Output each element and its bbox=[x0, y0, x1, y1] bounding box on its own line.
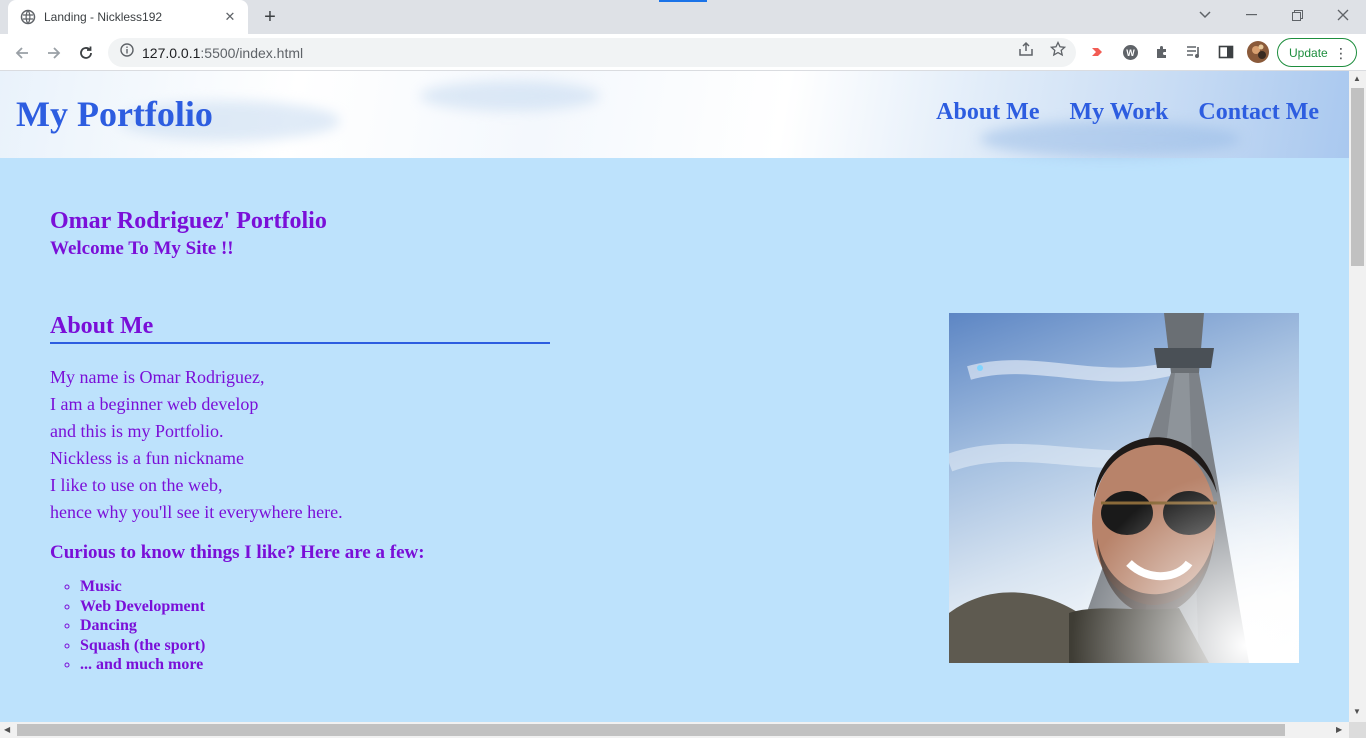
list-item: Music bbox=[80, 577, 205, 597]
back-button[interactable] bbox=[8, 39, 36, 67]
media-playlist-icon[interactable] bbox=[1184, 42, 1204, 62]
about-line: I am a beginner web develop bbox=[50, 394, 259, 414]
header-cloud bbox=[980, 121, 1240, 157]
list-item: Dancing bbox=[80, 616, 205, 636]
menu-dots-icon[interactable]: ⋮ bbox=[1334, 45, 1348, 62]
page-viewport: My Portfolio About Me My Work Contact Me… bbox=[0, 71, 1349, 722]
site-logo[interactable]: My Portfolio bbox=[16, 93, 213, 135]
horizontal-scroll-thumb[interactable] bbox=[17, 724, 1285, 736]
minimize-button[interactable] bbox=[1228, 0, 1274, 30]
scroll-left-icon[interactable]: ◀ bbox=[4, 725, 10, 734]
scroll-right-icon[interactable]: ▶ bbox=[1336, 725, 1342, 734]
hero-title: Omar Rodriguez' Portfolio bbox=[50, 208, 327, 234]
browser-tab[interactable]: Landing - Nickless192 ✕ bbox=[8, 0, 248, 34]
info-icon[interactable] bbox=[120, 43, 134, 62]
vertical-scroll-thumb[interactable] bbox=[1351, 88, 1364, 266]
likes-list: Music Web Development Dancing Squash (th… bbox=[80, 577, 205, 675]
tab-strip: Landing - Nickless192 ✕ + bbox=[0, 0, 1366, 34]
address-bar[interactable]: 127.0.0.1:5500/index.html bbox=[108, 38, 1076, 67]
tab-search-icon[interactable] bbox=[1182, 0, 1228, 30]
side-panel-icon[interactable] bbox=[1216, 42, 1236, 62]
wordpress-icon[interactable]: W bbox=[1120, 42, 1140, 62]
likes-heading: Curious to know things I like? Here are … bbox=[50, 542, 425, 563]
list-item: ... and much more bbox=[80, 655, 205, 675]
vertical-scrollbar[interactable]: ▲ ▼ bbox=[1349, 71, 1366, 722]
tab-drag-indicator bbox=[659, 0, 707, 2]
update-button[interactable]: Update ⋮ bbox=[1277, 38, 1357, 67]
site-header: My Portfolio About Me My Work Contact Me bbox=[0, 71, 1349, 158]
list-item: Squash (the sport) bbox=[80, 636, 205, 656]
about-line: and this is my Portfolio. bbox=[50, 421, 224, 441]
site-nav: About Me My Work Contact Me bbox=[936, 99, 1319, 126]
header-cloud bbox=[420, 81, 600, 111]
close-window-button[interactable] bbox=[1320, 0, 1366, 30]
new-tab-button[interactable]: + bbox=[258, 6, 282, 28]
scroll-down-icon[interactable]: ▼ bbox=[1353, 707, 1361, 716]
nav-about-me[interactable]: About Me bbox=[936, 99, 1039, 126]
horizontal-scrollbar[interactable]: ◀ ▶ bbox=[0, 722, 1349, 738]
url-text: 127.0.0.1:5500/index.html bbox=[142, 44, 304, 61]
about-heading: About Me bbox=[50, 313, 550, 344]
extension-red-icon[interactable] bbox=[1088, 42, 1108, 62]
nav-my-work[interactable]: My Work bbox=[1069, 99, 1168, 126]
about-line: I like to use on the web, bbox=[50, 475, 223, 495]
about-text: My name is Omar Rodriguez, I am a beginn… bbox=[50, 364, 343, 526]
profile-photo bbox=[949, 313, 1299, 663]
close-tab-icon[interactable]: ✕ bbox=[222, 9, 238, 25]
update-label: Update bbox=[1289, 45, 1328, 60]
bookmark-star-icon[interactable] bbox=[1049, 40, 1067, 58]
profile-avatar[interactable] bbox=[1247, 41, 1269, 63]
hero-subtitle: Welcome To My Site !! bbox=[50, 238, 234, 259]
about-line: hence why you'll see it everywhere here. bbox=[50, 502, 343, 522]
share-icon[interactable] bbox=[1017, 40, 1035, 58]
globe-icon bbox=[20, 9, 36, 25]
forward-button[interactable] bbox=[40, 39, 68, 67]
about-line: My name is Omar Rodriguez, bbox=[50, 367, 265, 387]
list-item: Web Development bbox=[80, 597, 205, 617]
about-line: Nickless is a fun nickname bbox=[50, 448, 244, 468]
tab-title: Landing - Nickless192 bbox=[44, 10, 163, 24]
nav-contact-me[interactable]: Contact Me bbox=[1198, 99, 1319, 126]
svg-text:W: W bbox=[1126, 48, 1135, 58]
browser-toolbar: 127.0.0.1:5500/index.html W Update ⋮ bbox=[0, 34, 1366, 71]
scroll-up-icon[interactable]: ▲ bbox=[1353, 74, 1361, 83]
reload-button[interactable] bbox=[72, 39, 100, 67]
restore-button[interactable] bbox=[1274, 0, 1320, 30]
extensions-puzzle-icon[interactable] bbox=[1152, 42, 1172, 62]
scrollbar-corner bbox=[1349, 722, 1366, 738]
